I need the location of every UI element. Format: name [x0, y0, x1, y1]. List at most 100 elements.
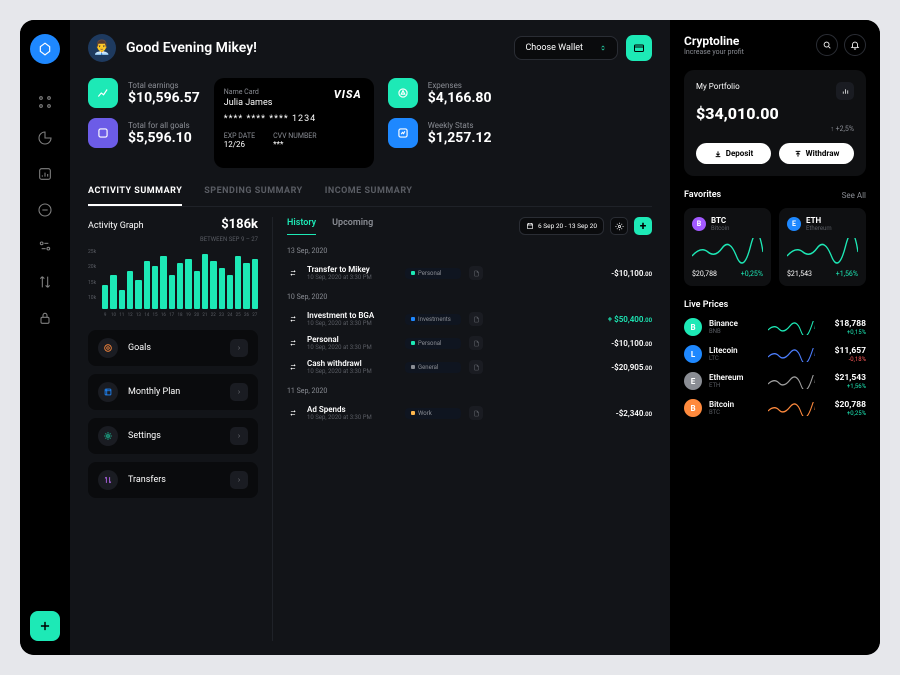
nav-reports-icon[interactable] [37, 166, 53, 182]
nav-lock-icon[interactable] [37, 310, 53, 326]
history-panel: History Upcoming 6 Sep 20 - 13 Sep 20 + … [272, 217, 652, 641]
bar [227, 275, 233, 309]
chart-yaxis: 25k20k15k10k [88, 249, 96, 309]
chart-bars [102, 249, 258, 309]
coin-icon: L [684, 345, 702, 363]
transaction-amount: -$10,100.00 [611, 339, 652, 348]
expense-icon [388, 78, 418, 108]
bar [152, 266, 158, 309]
notifications-button[interactable] [844, 34, 866, 56]
tab-income[interactable]: INCOME SUMMARY [325, 186, 413, 206]
tab-spending[interactable]: SPENDING SUMMARY [204, 186, 302, 206]
bar [169, 275, 175, 309]
add-transaction-button[interactable]: + [634, 217, 652, 235]
category-tag: General [405, 362, 461, 373]
search-icon [822, 40, 832, 50]
card-number: **** **** **** 1234 [224, 114, 364, 124]
menu-item-goals[interactable]: Goals [88, 330, 258, 366]
chart-xaxis: 9101112131415161718192021222324252627 [102, 313, 258, 318]
date-range-picker[interactable]: 6 Sep 20 - 13 Sep 20 [519, 217, 604, 235]
brand-logo[interactable] [30, 34, 60, 64]
sparkline [768, 347, 815, 361]
settings-button[interactable] [610, 217, 628, 235]
aside-brand: Cryptoline [684, 34, 744, 48]
attachment-icon[interactable] [469, 312, 483, 326]
transaction-row[interactable]: Investment to BGA10 Sep, 2020 at 3:30 PM… [287, 307, 652, 331]
attachment-icon[interactable] [469, 266, 483, 280]
portfolio-delta: ↑ +2,5% [696, 125, 854, 133]
menu-item-monthly-plan[interactable]: Monthly Plan [88, 374, 258, 410]
nav-analytics-icon[interactable] [37, 130, 53, 146]
deposit-button[interactable]: Deposit [696, 143, 771, 164]
transaction-amount: -$2,340.00 [616, 409, 652, 418]
header: 👨‍💼 Good Evening Mikey! Choose Wallet [88, 34, 652, 62]
bell-icon [850, 40, 860, 50]
category-tag: Personal [405, 338, 461, 349]
nav-transfer-icon[interactable] [37, 274, 53, 290]
nav-settings-icon[interactable] [37, 238, 53, 254]
favorite-card-eth[interactable]: EETHEthereum$21,543+1,56% [779, 208, 866, 286]
nav [37, 94, 53, 326]
sparkline [787, 238, 858, 264]
transaction-row[interactable]: Ad Spends10 Sep, 2020 at 3:30 PMWork-$2,… [287, 401, 652, 425]
avatar[interactable]: 👨‍💼 [88, 34, 116, 62]
sparkline [768, 401, 815, 415]
download-icon [714, 150, 722, 158]
transaction-row[interactable]: Transfer to Mikey10 Sep, 2020 at 3:30 PM… [287, 261, 652, 285]
live-price-row-btc[interactable]: BBitcoinBTC$20,788+0,25% [684, 399, 866, 417]
bar [102, 285, 108, 309]
coin-icon: B [684, 318, 702, 336]
transaction-row[interactable]: Cash withdrawl10 Sep, 2020 at 3:30 PMGen… [287, 355, 652, 379]
attachment-icon[interactable] [469, 360, 483, 374]
section-date: 11 Sep, 2020 [287, 387, 652, 395]
live-price-row-bnb[interactable]: BBinanceBNB$18,788+0,15% [684, 318, 866, 336]
bar [252, 259, 258, 309]
bar [177, 263, 183, 309]
bar [119, 290, 125, 309]
transfer-icon [287, 408, 299, 418]
see-all-link[interactable]: See All [842, 191, 866, 200]
history-tab-upcoming[interactable]: Upcoming [332, 218, 373, 235]
main-panel: 👨‍💼 Good Evening Mikey! Choose Wallet To… [70, 20, 670, 655]
attachment-icon[interactable] [469, 336, 483, 350]
menu-icon [98, 338, 118, 358]
stat-earnings: Total earnings$10,596.57 [88, 78, 200, 108]
portfolio-chart-button[interactable] [836, 82, 854, 100]
sparkline [768, 374, 815, 388]
coin-icon: E [787, 217, 801, 231]
stats-row: Total earnings$10,596.57 Total for all g… [88, 78, 652, 168]
gear-icon [615, 222, 624, 231]
tab-activity[interactable]: ACTIVITY SUMMARY [88, 186, 182, 206]
live-price-row-eth[interactable]: EEthereumETH$21,543+1,56% [684, 372, 866, 390]
search-button[interactable] [816, 34, 838, 56]
live-price-row-ltc[interactable]: LLitecoinLTC$11,657-0,18% [684, 345, 866, 363]
wallet-selector[interactable]: Choose Wallet [514, 36, 618, 60]
nav-chat-icon[interactable] [37, 202, 53, 218]
menu-icon [98, 426, 118, 446]
menu-item-settings[interactable]: Settings [88, 418, 258, 454]
summary-tabs: ACTIVITY SUMMARY SPENDING SUMMARY INCOME… [88, 186, 652, 207]
transaction-amount: -$20,905.00 [611, 363, 652, 372]
chart-icon [88, 78, 118, 108]
nav-dashboard-icon[interactable] [37, 94, 53, 110]
transaction-row[interactable]: Personal10 Sep, 2020 at 3:30 PMPersonal-… [287, 331, 652, 355]
quick-menu: Goals Monthly Plan Settings Transfers [88, 330, 258, 498]
bar [160, 256, 166, 309]
fab-add-button[interactable] [30, 611, 60, 641]
greeting-text: Good Evening Mikey! [126, 40, 257, 56]
transaction-amount: + $50,400.00 [608, 315, 652, 324]
favorite-card-btc[interactable]: BBTCBitcoin$20,788+0,25% [684, 208, 771, 286]
weekly-icon [388, 118, 418, 148]
sidebar [20, 20, 70, 655]
history-tab-history[interactable]: History [287, 218, 316, 235]
chevron-right-icon [230, 471, 248, 489]
wallet-card-button[interactable] [626, 35, 652, 61]
withdraw-button[interactable]: Withdraw [779, 143, 854, 164]
coin-icon: B [684, 399, 702, 417]
bar [202, 254, 208, 309]
chevron-right-icon [230, 383, 248, 401]
menu-item-transfers[interactable]: Transfers [88, 462, 258, 498]
bar [110, 275, 116, 309]
coin-icon: E [684, 372, 702, 390]
attachment-icon[interactable] [469, 406, 483, 420]
